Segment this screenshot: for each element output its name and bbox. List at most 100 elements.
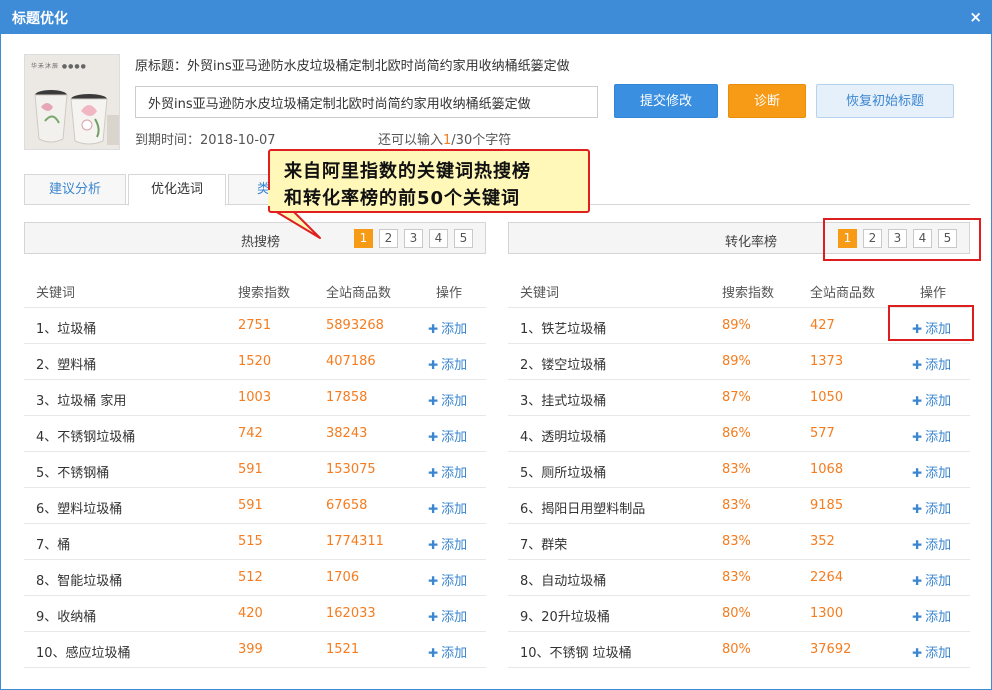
table-header-row: 关键词 搜索指数 全站商品数 操作 xyxy=(24,272,486,308)
add-button[interactable]: ✚ 添加 xyxy=(912,498,951,517)
add-button[interactable]: ✚ 添加 xyxy=(428,390,467,409)
count-cell: 427 xyxy=(810,318,835,333)
add-label: 添加 xyxy=(925,358,952,373)
count-cell: 1521 xyxy=(326,642,360,657)
pager-highlight-box xyxy=(823,218,981,261)
table-row: 3、挂式垃圾桶 87% 1050 ✚ 添加 xyxy=(508,380,970,416)
add-button[interactable]: ✚ 添加 xyxy=(428,462,467,481)
index-cell: 80% xyxy=(722,642,751,657)
add-button[interactable]: ✚ 添加 xyxy=(912,534,951,553)
keyword-cell: 7、桶 xyxy=(36,538,71,553)
remaining-prefix: 还可以输入 xyxy=(378,133,444,148)
add-label: 添加 xyxy=(441,646,468,661)
add-label: 添加 xyxy=(441,322,468,337)
hot-page-4[interactable]: 4 xyxy=(429,229,448,248)
index-cell: 742 xyxy=(238,426,263,441)
hot-page-2[interactable]: 2 xyxy=(379,229,398,248)
index-cell: 83% xyxy=(722,462,751,477)
count-cell: 1050 xyxy=(810,390,844,405)
count-cell: 9185 xyxy=(810,498,844,513)
col-op-header: 操作 xyxy=(920,286,947,301)
close-icon[interactable]: × xyxy=(969,8,982,26)
col-index-header: 搜索指数 xyxy=(722,286,775,301)
add-button[interactable]: ✚ 添加 xyxy=(912,570,951,589)
index-cell: 80% xyxy=(722,606,751,621)
table-row: 6、揭阳日用塑料制品 83% 9185 ✚ 添加 xyxy=(508,488,970,524)
index-cell: 2751 xyxy=(238,318,272,333)
index-cell: 512 xyxy=(238,570,263,585)
add-button[interactable]: ✚ 添加 xyxy=(912,426,951,445)
add-button[interactable]: ✚ 添加 xyxy=(428,498,467,517)
original-title-label: 原标题： xyxy=(135,59,188,74)
plus-icon: ✚ xyxy=(912,502,923,516)
index-cell: 89% xyxy=(722,354,751,369)
keyword-cell: 6、塑料垃圾桶 xyxy=(36,502,123,517)
hot-page-3[interactable]: 3 xyxy=(404,229,423,248)
keyword-cell: 3、垃圾桶 家用 xyxy=(36,394,127,409)
plus-icon: ✚ xyxy=(912,358,923,372)
diagnose-button[interactable]: 诊断 xyxy=(728,84,806,118)
plus-icon: ✚ xyxy=(912,574,923,588)
col-keyword-header: 关键词 xyxy=(520,286,560,301)
add-button[interactable]: ✚ 添加 xyxy=(428,354,467,373)
add-button[interactable]: ✚ 添加 xyxy=(428,570,467,589)
plus-icon: ✚ xyxy=(912,394,923,408)
add-button[interactable]: ✚ 添加 xyxy=(912,462,951,481)
table-row: 6、塑料垃圾桶 591 67658 ✚ 添加 xyxy=(24,488,486,524)
index-cell: 399 xyxy=(238,642,263,657)
keyword-cell: 4、不锈钢垃圾桶 xyxy=(36,430,136,445)
index-cell: 86% xyxy=(722,426,751,441)
hot-page-5[interactable]: 5 xyxy=(454,229,473,248)
original-title-text: 外贸ins亚马逊防水皮垃圾桶定制北欧时尚简约家用收纳桶纸篓定做 xyxy=(187,59,570,74)
submit-button[interactable]: 提交修改 xyxy=(614,84,718,118)
count-cell: 1706 xyxy=(326,570,360,585)
hot-keyword-table: 关键词 搜索指数 全站商品数 操作 1、垃圾桶 2751 5893268 ✚ 添加 2、塑料桶 15… xyxy=(24,272,486,668)
add-button[interactable]: ✚ 添加 xyxy=(912,354,951,373)
keyword-cell: 2、镂空垃圾桶 xyxy=(520,358,607,373)
hot-page-1[interactable]: 1 xyxy=(354,229,373,248)
count-cell: 5893268 xyxy=(326,318,384,333)
table-row: 3、垃圾桶 家用 1003 17858 ✚ 添加 xyxy=(24,380,486,416)
conv-panel-title: 转化率榜 xyxy=(725,235,778,250)
table-row: 7、群荣 83% 352 ✚ 添加 xyxy=(508,524,970,560)
add-label: 添加 xyxy=(441,466,468,481)
add-button[interactable]: ✚ 添加 xyxy=(912,642,951,661)
window-titlebar: 标题优化 × xyxy=(0,0,992,34)
plus-icon: ✚ xyxy=(428,610,439,624)
reset-title-button[interactable]: 恢复初始标题 xyxy=(816,84,954,118)
table-row: 5、不锈钢桶 591 153075 ✚ 添加 xyxy=(24,452,486,488)
plus-icon: ✚ xyxy=(428,646,439,660)
count-cell: 38243 xyxy=(326,426,368,441)
add-label: 添加 xyxy=(441,430,468,445)
add-button[interactable]: ✚ 添加 xyxy=(428,426,467,445)
plus-icon: ✚ xyxy=(428,502,439,516)
table-row: 4、透明垃圾桶 86% 577 ✚ 添加 xyxy=(508,416,970,452)
table-row: 9、20升垃圾桶 80% 1300 ✚ 添加 xyxy=(508,596,970,632)
product-thumbnail: 华禾沐辰 ●●●● xyxy=(24,54,120,150)
plus-icon: ✚ xyxy=(428,538,439,552)
add-label: 添加 xyxy=(925,394,952,409)
keyword-cell: 10、不锈钢 垃圾桶 xyxy=(520,646,632,661)
index-cell: 515 xyxy=(238,534,263,549)
table-row: 9、收纳桶 420 162033 ✚ 添加 xyxy=(24,596,486,632)
keyword-cell: 10、感应垃圾桶 xyxy=(36,646,131,661)
keyword-cell: 5、厕所垃圾桶 xyxy=(520,466,607,481)
hot-panel-title: 热搜榜 xyxy=(241,235,281,250)
add-label: 添加 xyxy=(925,538,952,553)
plus-icon: ✚ xyxy=(428,394,439,408)
add-label: 添加 xyxy=(925,574,952,589)
keyword-cell: 3、挂式垃圾桶 xyxy=(520,394,607,409)
add-button[interactable]: ✚ 添加 xyxy=(428,318,467,337)
title-input[interactable] xyxy=(135,86,598,118)
add-label: 添加 xyxy=(441,538,468,553)
add-button[interactable]: ✚ 添加 xyxy=(428,642,467,661)
plus-icon: ✚ xyxy=(912,466,923,480)
add-button[interactable]: ✚ 添加 xyxy=(912,390,951,409)
add-button[interactable]: ✚ 添加 xyxy=(428,606,467,625)
count-cell: 352 xyxy=(810,534,835,549)
tab-analysis[interactable]: 建议分析 xyxy=(24,174,126,205)
tab-select-words[interactable]: 优化选词 xyxy=(128,174,226,206)
add-button[interactable]: ✚ 添加 xyxy=(912,606,951,625)
keyword-cell: 7、群荣 xyxy=(520,538,568,553)
add-button[interactable]: ✚ 添加 xyxy=(428,534,467,553)
